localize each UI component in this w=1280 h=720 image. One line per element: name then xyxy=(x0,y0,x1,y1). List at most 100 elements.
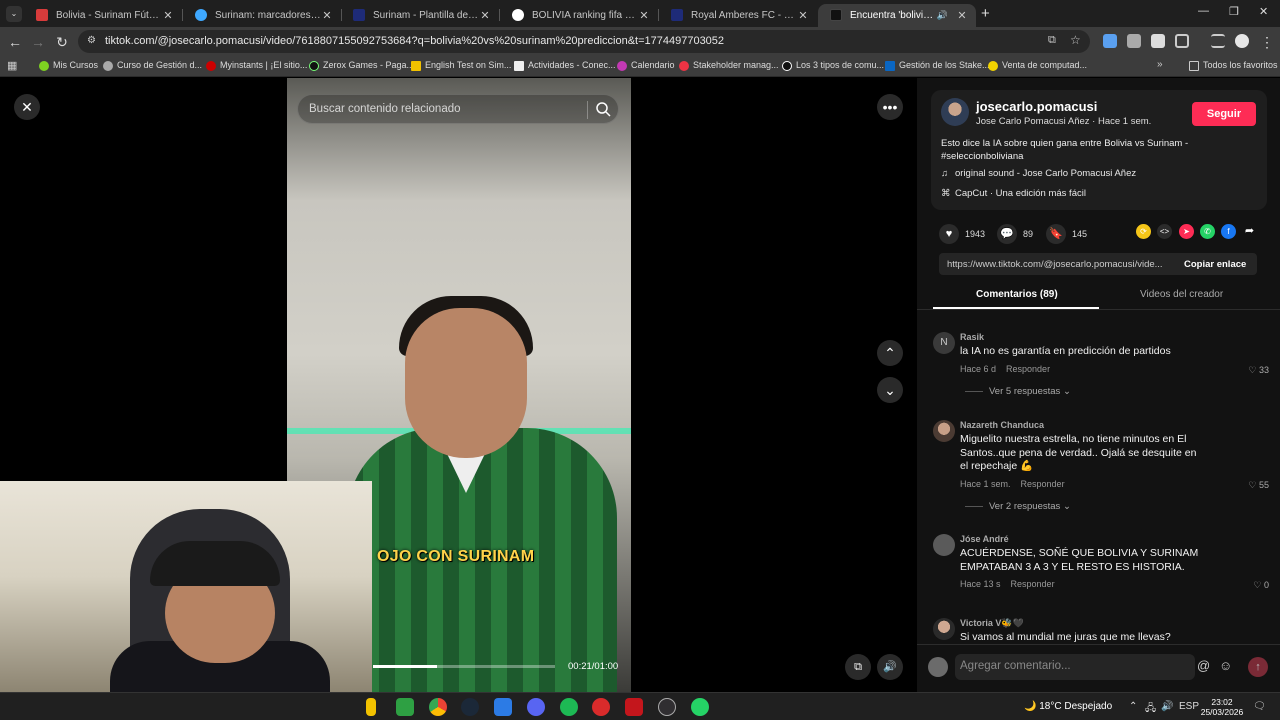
save-button[interactable]: 🔖 145 xyxy=(1046,224,1087,244)
reload-button[interactable]: ↻ xyxy=(53,33,71,51)
emoji-icon[interactable]: ☺ xyxy=(1219,658,1232,673)
comment-like-button[interactable]: ♡ 0 xyxy=(1253,580,1269,591)
file-explorer-icon[interactable] xyxy=(366,698,376,716)
bookmark-item[interactable]: Gestión de los Stake... xyxy=(885,60,990,74)
speaker-icon[interactable]: 🔊 xyxy=(937,10,948,21)
video-progress-bar[interactable] xyxy=(373,665,555,668)
sound-link[interactable]: ♫ original sound - Jose Carlo Pomacusi Añ… xyxy=(941,168,1136,179)
close-tab-icon[interactable]: ✕ xyxy=(479,9,491,22)
like-button[interactable]: ♥ 1943 xyxy=(939,224,985,244)
send-comment-button[interactable]: ↑ xyxy=(1248,657,1268,677)
view-replies-button[interactable]: Ver 5 respuestas ⌄ xyxy=(965,386,1071,397)
obs-icon[interactable] xyxy=(658,698,676,716)
bookmark-item[interactable]: Curso de Gestión d... xyxy=(103,60,202,74)
restore-window-button[interactable]: ❐ xyxy=(1229,5,1239,18)
facebook-icon[interactable]: f xyxy=(1221,224,1236,239)
browser-tab-1[interactable]: Bolivia - Surinam Fútbol Cuotas ✕ xyxy=(24,4,182,27)
extension-icon[interactable] xyxy=(1151,34,1165,48)
bookmark-item[interactable]: Mis Cursos xyxy=(39,60,98,74)
clock[interactable]: 23:02 25/03/2026 xyxy=(1198,697,1246,717)
reply-button[interactable]: Responder xyxy=(1006,364,1050,374)
network-icon[interactable]: 🖧 xyxy=(1145,701,1156,718)
related-search-input[interactable]: Buscar contenido relacionado xyxy=(297,94,619,124)
comment-input[interactable]: Agregar comentario... xyxy=(955,654,1195,680)
back-button[interactable]: ← xyxy=(6,33,24,51)
tab-comments[interactable]: Comentarios (89) xyxy=(976,289,1058,300)
bookmark-item[interactable]: Venta de computad... xyxy=(988,60,1087,74)
browser-tab-active[interactable]: Encuentra 'bolivia vs surina 🔊 ✕ xyxy=(818,4,976,27)
media-player-icon[interactable] xyxy=(494,698,512,716)
discord-icon[interactable] xyxy=(527,698,545,716)
new-tab-button[interactable]: + xyxy=(981,5,990,22)
bookmark-item[interactable]: Los 3 tipos de comu... xyxy=(782,60,884,74)
all-bookmarks-folder[interactable]: Todos los favoritos xyxy=(1189,60,1278,74)
commenter-name[interactable]: Rasik xyxy=(960,332,984,342)
commenter-avatar[interactable] xyxy=(933,420,955,442)
more-bookmarks-icon[interactable]: » xyxy=(1157,59,1163,70)
close-tab-icon[interactable]: ✕ xyxy=(321,9,333,22)
repost-icon[interactable]: ⟳ xyxy=(1136,224,1151,239)
commenter-name[interactable]: Nazareth Chanduca xyxy=(960,420,1044,430)
close-tab-icon[interactable]: ✕ xyxy=(638,9,650,22)
bookmark-item[interactable]: Zerox Games - Paga... xyxy=(309,60,414,74)
capcut-link[interactable]: ⌘ CapCut · Una edición más fácil xyxy=(941,188,1086,199)
app-icon[interactable] xyxy=(625,698,643,716)
reply-button[interactable]: Responder xyxy=(1021,479,1065,489)
reply-button[interactable]: Responder xyxy=(1011,579,1055,589)
install-app-icon[interactable]: ⧉ xyxy=(1048,34,1056,47)
minimize-window-button[interactable]: — xyxy=(1198,5,1209,17)
bookmark-item[interactable]: Stakeholder manag... xyxy=(679,60,779,74)
commenter-name[interactable]: Jóse André xyxy=(960,534,1009,544)
share-link-text[interactable]: https://www.tiktok.com/@josecarlo.pomacu… xyxy=(947,259,1169,270)
store-icon[interactable] xyxy=(396,698,414,716)
previous-video-button[interactable]: ⌃ xyxy=(877,340,903,366)
mention-icon[interactable]: @ xyxy=(1197,658,1210,673)
close-tab-icon[interactable]: ✕ xyxy=(956,9,968,22)
more-options-button[interactable]: ••• xyxy=(877,94,903,120)
browser-menu-icon[interactable]: ⋮ xyxy=(1258,33,1276,51)
bookmark-item[interactable]: Calendario xyxy=(617,60,675,74)
spotify-icon[interactable] xyxy=(560,698,578,716)
media-control-icon[interactable] xyxy=(1211,34,1225,48)
address-bar[interactable]: ⚙ tiktok.com/@josecarlo.pomacusi/video/7… xyxy=(78,30,1090,53)
embed-icon[interactable]: <> xyxy=(1157,224,1172,239)
close-tab-icon[interactable]: ✕ xyxy=(162,9,174,22)
comment-like-button[interactable]: ♡ 55 xyxy=(1248,480,1269,491)
app-icon[interactable] xyxy=(592,698,610,716)
close-video-button[interactable]: ✕ xyxy=(14,94,40,120)
view-replies-button[interactable]: Ver 2 respuestas ⌄ xyxy=(965,501,1071,512)
apps-grid-icon[interactable]: ▦ xyxy=(7,59,17,72)
comment-button[interactable]: 💬 89 xyxy=(997,224,1033,244)
browser-tab-5[interactable]: Royal Amberes FC - Perfil del cl ✕ xyxy=(659,4,817,27)
language-indicator[interactable]: ESP xyxy=(1179,701,1199,712)
extension-icon[interactable] xyxy=(1127,34,1141,48)
creator-username[interactable]: josecarlo.pomacusi xyxy=(976,99,1097,114)
creator-avatar[interactable] xyxy=(941,98,969,126)
extension-icon[interactable] xyxy=(1103,34,1117,48)
picture-in-picture-button[interactable]: ⧉ xyxy=(845,654,871,680)
whatsapp-icon[interactable] xyxy=(691,698,709,716)
copy-link-button[interactable]: Copiar enlace xyxy=(1184,259,1246,270)
close-window-button[interactable]: ✕ xyxy=(1259,5,1268,18)
send-to-friends-icon[interactable]: ➤ xyxy=(1179,224,1194,239)
browser-tab-3[interactable]: Surinam - Plantilla detallada 20 ✕ xyxy=(341,4,499,27)
show-hidden-icons[interactable]: ⌃ xyxy=(1129,701,1137,712)
share-arrow-icon[interactable]: ➦ xyxy=(1242,224,1257,239)
close-tab-icon[interactable]: ✕ xyxy=(797,9,809,22)
follow-button[interactable]: Seguir xyxy=(1192,102,1256,126)
comment-like-button[interactable]: ♡ 33 xyxy=(1248,365,1269,376)
bookmark-item[interactable]: English Test on Sim... xyxy=(411,60,511,74)
bookmark-item[interactable]: Actividades - Conec... xyxy=(514,60,616,74)
profile-avatar[interactable] xyxy=(1235,34,1249,48)
steam-icon[interactable] xyxy=(461,698,479,716)
commenter-name[interactable]: Victoria V🐝🖤 xyxy=(960,618,1024,629)
notification-icon[interactable]: 🗨 xyxy=(1253,701,1266,712)
browser-tab-4[interactable]: BOLIVIA ranking fifa - Buscar co ✕ xyxy=(500,4,658,27)
bookmark-star-icon[interactable]: ☆ xyxy=(1070,33,1081,47)
chrome-icon[interactable] xyxy=(429,698,447,716)
whatsapp-icon[interactable]: ✆ xyxy=(1200,224,1215,239)
browser-tab-2[interactable]: Surinam: marcadores en directo ✕ xyxy=(183,4,341,27)
extensions-puzzle-icon[interactable] xyxy=(1175,34,1189,48)
tab-list-dropdown-icon[interactable]: ⌄ xyxy=(6,6,22,22)
commenter-avatar[interactable] xyxy=(933,618,955,640)
